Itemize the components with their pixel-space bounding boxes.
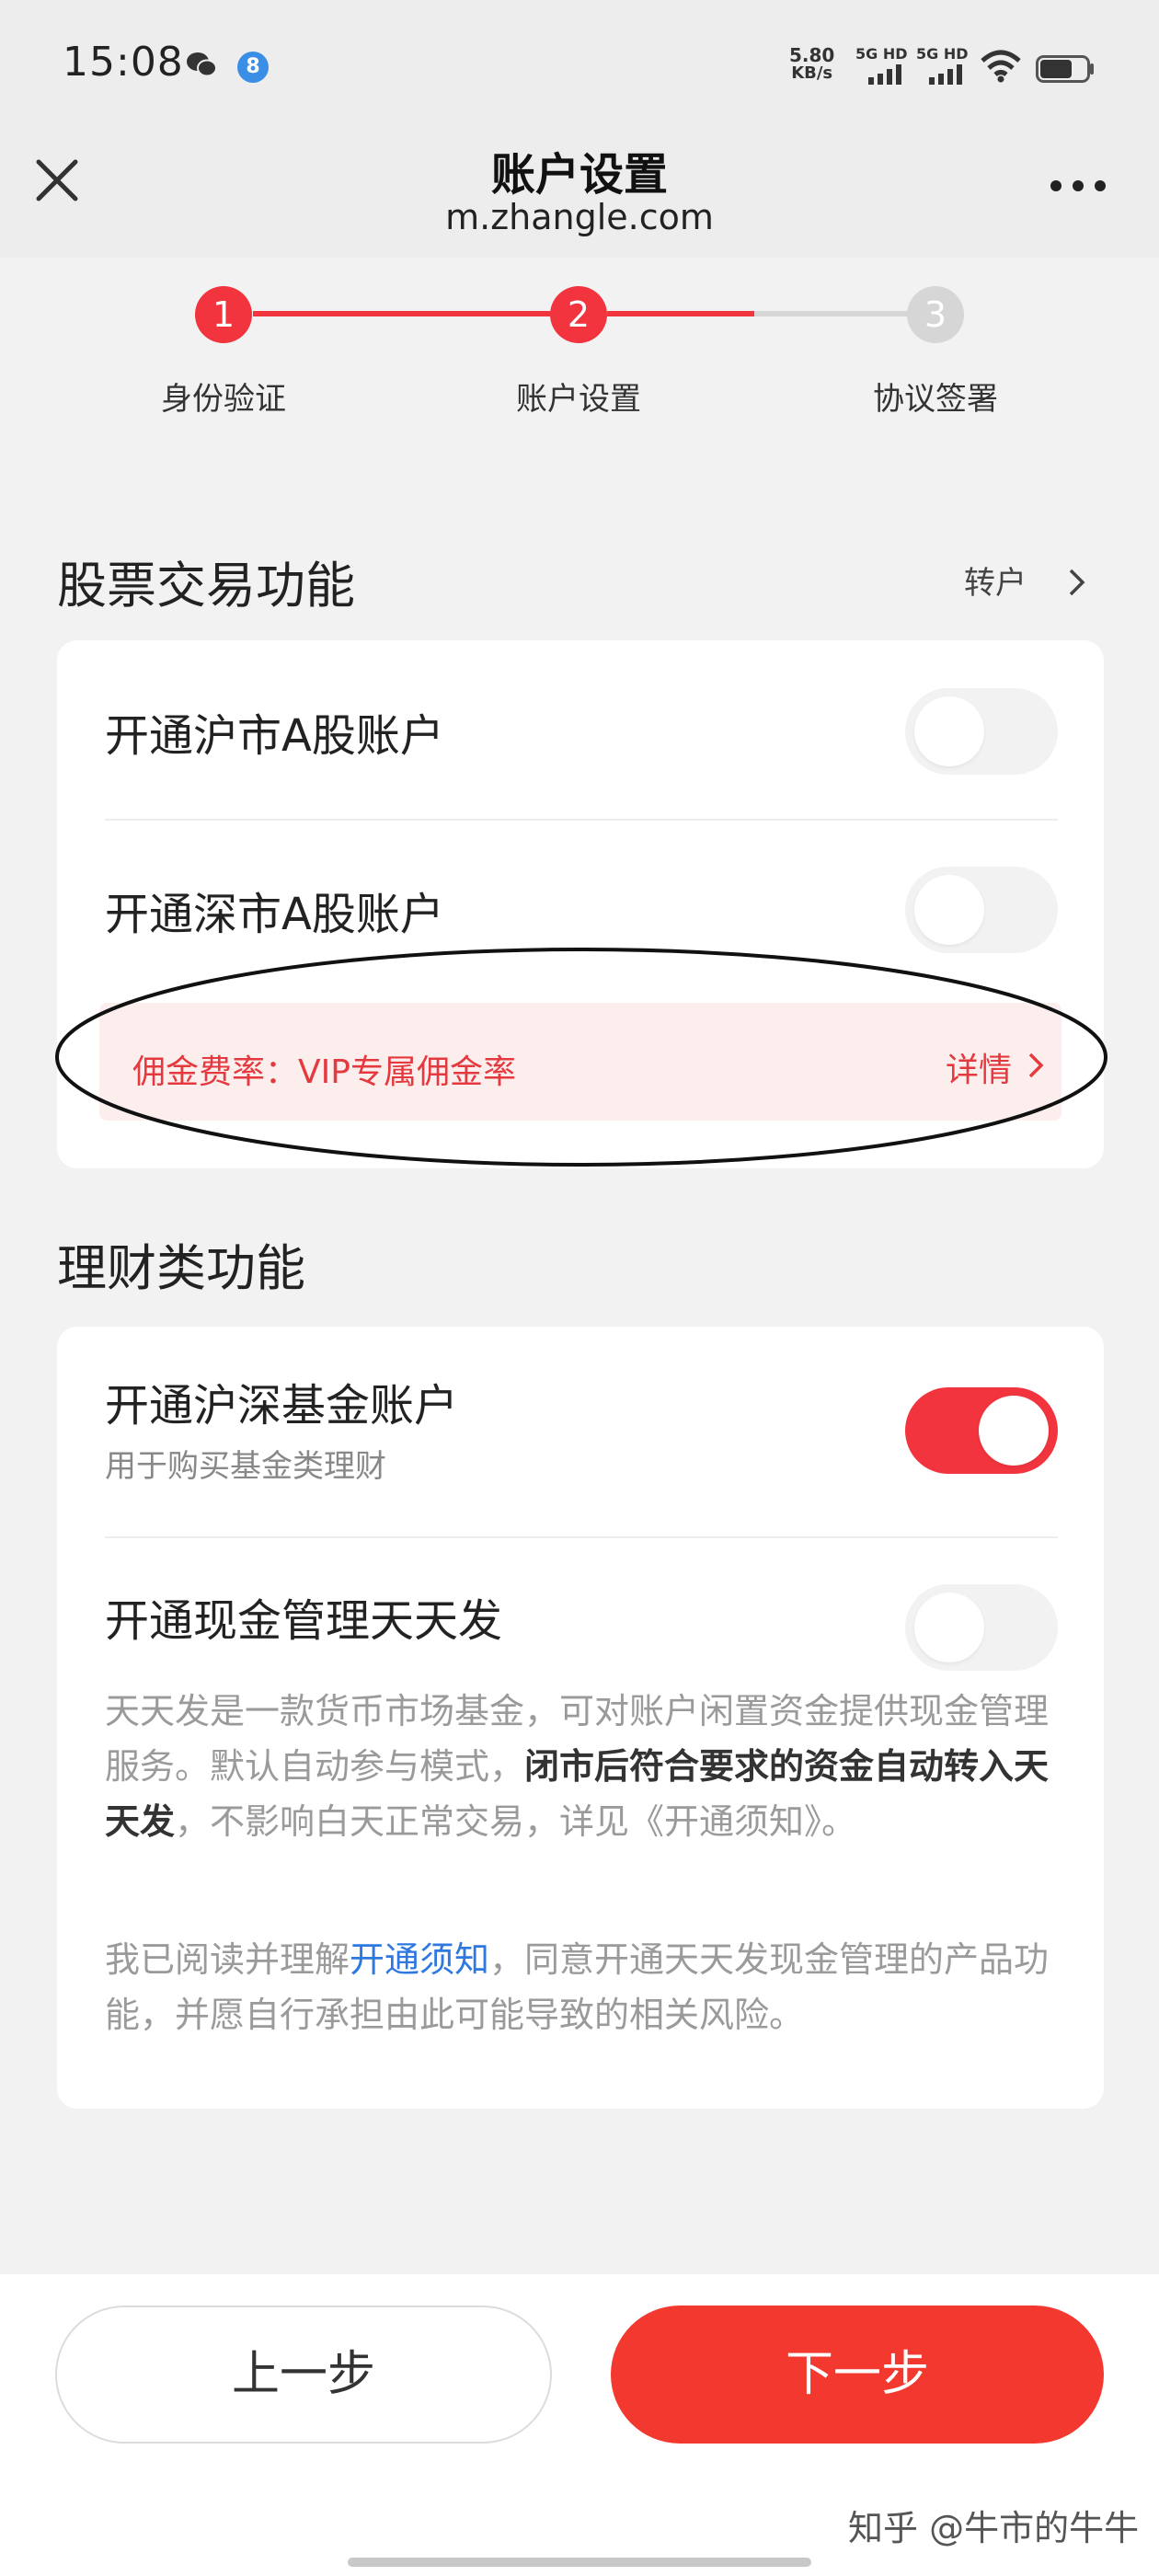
step-connector-2-pending [754, 311, 909, 316]
previous-step-button[interactable]: 上一步 [55, 2306, 552, 2444]
page-domain: m.zhangle.com [445, 197, 714, 237]
signal-1-label: 5G HD [855, 45, 908, 63]
network-speed: 5.80 KB/s [789, 44, 835, 83]
fund-account-label: 开通沪深基金账户 [105, 1380, 459, 1432]
cash-management-label: 开通现金管理天天发 [105, 1595, 503, 1647]
status-time: 15:08 [63, 39, 184, 86]
fund-account-toggle[interactable] [905, 1387, 1058, 1474]
step-1-label: 身份验证 [161, 381, 286, 418]
watermark: 知乎 @牛市的牛牛 [848, 2508, 1140, 2548]
cash-management-description: 天天发是一款货币市场基金，可对账户闲置资金提供现金管理服务。默认自动参与模式，闭… [105, 1691, 1050, 1842]
page-title: 账户设置 [490, 149, 668, 201]
cash-management-toggle[interactable] [905, 1584, 1058, 1671]
notification-badge: 8 [237, 52, 269, 83]
chevron-right-icon[interactable] [1067, 567, 1087, 598]
signal-1-icon [868, 64, 901, 85]
battery-icon [1036, 55, 1094, 83]
shanghai-a-share-toggle[interactable] [905, 688, 1058, 775]
signal-2-label: 5G HD [916, 45, 969, 63]
divider [105, 1536, 1058, 1538]
signal-2-icon [929, 64, 962, 85]
agreement-link[interactable]: 开通须知 [350, 1939, 489, 1980]
transfer-link[interactable]: 转户 [964, 558, 1027, 603]
more-icon[interactable] [1049, 178, 1107, 193]
step-3-circle: 3 [907, 286, 964, 343]
wechat-icon [187, 52, 217, 77]
shenzhen-a-share-toggle[interactable] [905, 867, 1058, 953]
stock-section-title: 股票交易功能 [57, 557, 355, 615]
toggle-knob [914, 1593, 984, 1662]
wifi-icon [981, 50, 1021, 83]
step-connector-2-done [607, 311, 754, 316]
step-3-label: 协议签署 [873, 381, 998, 418]
shenzhen-a-share-label: 开通深市A股账户 [105, 889, 444, 940]
agreement-text: 我已阅读并理解开通须知，同意开通天天发现金管理的产品功能，并愿自行承担由此可能导… [105, 1939, 1050, 2035]
annotation-ellipse [55, 948, 1107, 1167]
toggle-knob [914, 696, 984, 766]
divider [105, 819, 1058, 821]
step-2-label: 账户设置 [516, 381, 641, 418]
toggle-knob [914, 875, 984, 945]
next-step-button[interactable]: 下一步 [611, 2306, 1104, 2444]
fund-account-subtitle: 用于购买基金类理财 [105, 1448, 386, 1485]
step-connector-1 [253, 311, 579, 316]
home-indicator[interactable] [348, 2558, 811, 2567]
finance-card: 开通沪深基金账户 用于购买基金类理财 开通现金管理天天发 天天发是一款货币市场基… [57, 1327, 1104, 2109]
finance-section-title: 理财类功能 [57, 1239, 305, 1297]
step-1-circle: 1 [195, 286, 252, 343]
toggle-knob [979, 1396, 1049, 1466]
shanghai-a-share-label: 开通沪市A股账户 [105, 710, 444, 762]
step-2-circle: 2 [550, 286, 607, 343]
